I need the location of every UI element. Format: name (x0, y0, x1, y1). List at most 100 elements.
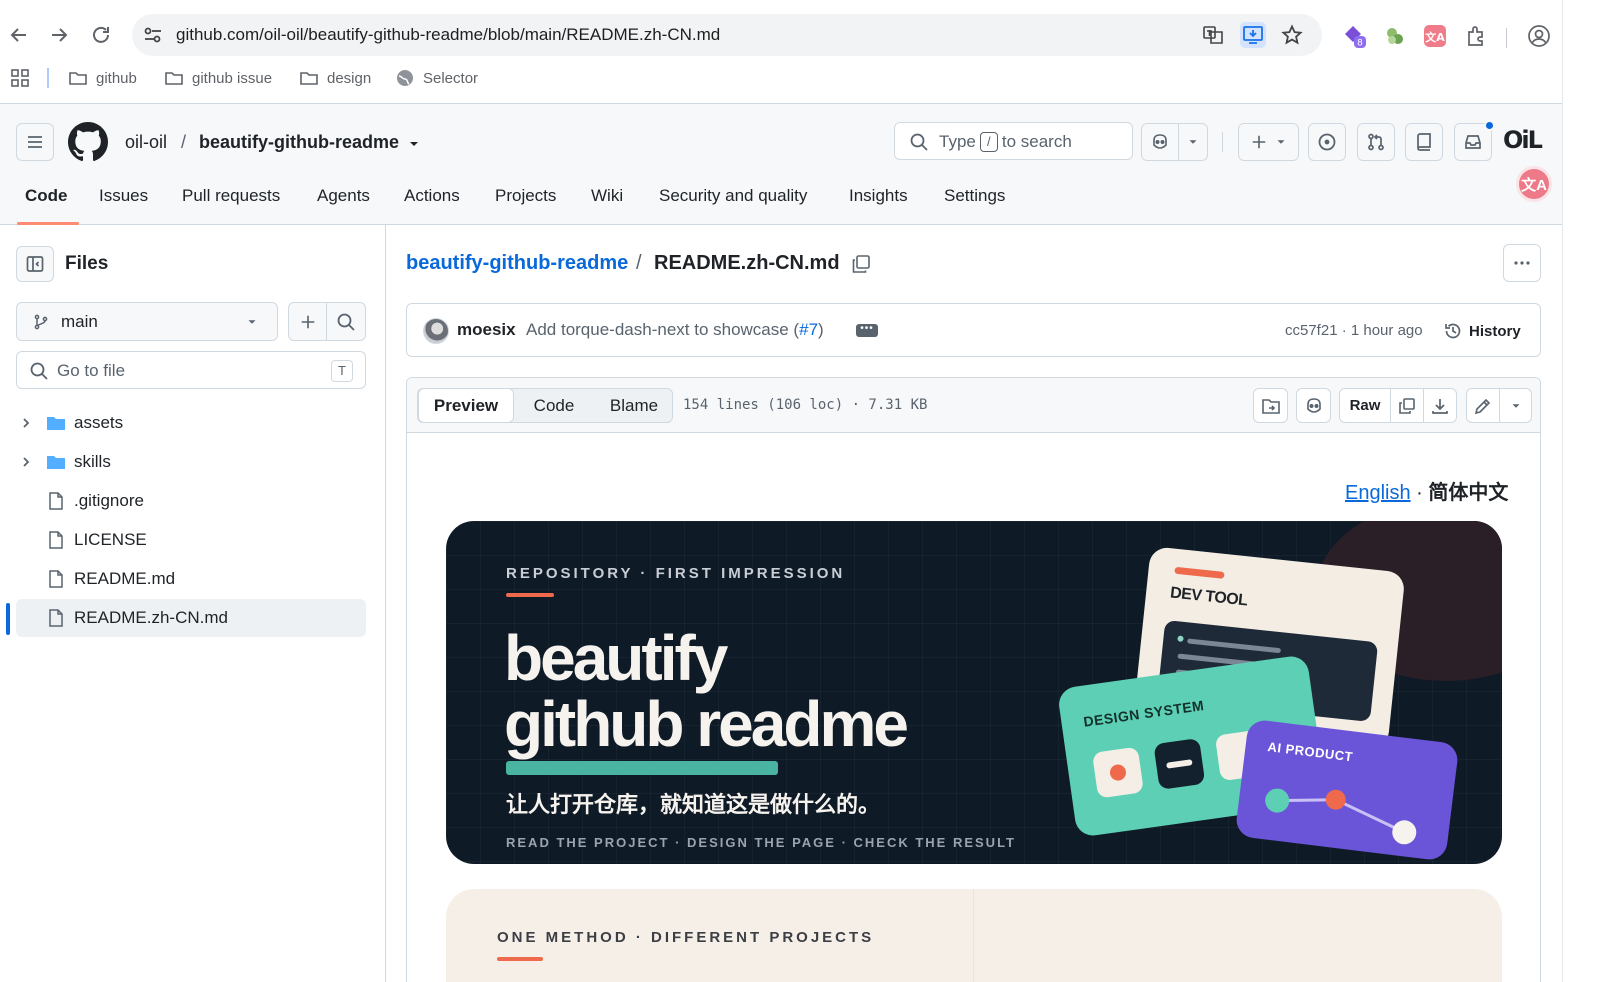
bookmark-selector[interactable]: Selector (395, 66, 478, 90)
issues-button[interactable] (1308, 123, 1346, 161)
translate-page-icon[interactable] (1202, 24, 1224, 46)
branch-selector-button[interactable]: main (16, 302, 278, 341)
copilot-menu-button[interactable] (1178, 123, 1208, 161)
banner-kicker-accent (506, 593, 554, 597)
breadcrumb-repo-link[interactable]: beautify-github-readme (406, 252, 628, 275)
blame-tab[interactable]: Blame (594, 389, 674, 422)
tab-agents[interactable]: Agents (317, 186, 370, 206)
global-search-input[interactable]: Type / to search (894, 122, 1133, 160)
search-icon (909, 132, 929, 152)
search-icon (29, 361, 49, 381)
address-bar[interactable]: github.com/oil-oil/beautify-github-readm… (132, 14, 1322, 56)
bookmark-label: github (96, 69, 137, 87)
folder-icon (69, 72, 87, 85)
raw-button[interactable]: Raw (1339, 388, 1391, 423)
copilot-icon (1306, 397, 1321, 413)
tab-insights[interactable]: Insights (849, 186, 908, 206)
forward-icon[interactable] (47, 23, 71, 47)
bookmark-star-icon[interactable] (1281, 24, 1303, 46)
install-app-icon[interactable] (1240, 22, 1266, 48)
code-tab[interactable]: Code (514, 389, 594, 422)
back-icon[interactable] (7, 23, 31, 47)
bookmark-github[interactable]: github (68, 66, 137, 90)
tree-item-assets[interactable]: assets (16, 404, 366, 442)
site-info-icon[interactable] (142, 24, 164, 46)
tab-wiki[interactable]: Wiki (591, 186, 623, 206)
repo-name-link[interactable]: beautify-github-readme (199, 132, 399, 153)
download-raw-button[interactable] (1423, 388, 1457, 423)
copilot-file-button[interactable] (1296, 388, 1331, 423)
repositories-button[interactable] (1405, 123, 1443, 161)
tree-item-license[interactable]: LICENSE (16, 521, 366, 559)
user-avatar[interactable]: OiL (1503, 126, 1543, 154)
edit-options-button[interactable] (1499, 388, 1532, 423)
active-file-indicator (6, 603, 10, 635)
repo-owner-link[interactable]: oil-oil (125, 132, 167, 153)
tab-settings[interactable]: Settings (944, 186, 1005, 206)
go-to-file-placeholder: Go to file (57, 361, 126, 380)
banner-footer: READ THE PROJECT · DESIGN THE PAGE · CHE… (506, 835, 1016, 850)
hamburger-icon (28, 136, 42, 148)
bookmark-github-issue[interactable]: github issue (164, 66, 272, 90)
reload-icon[interactable] (89, 23, 113, 47)
history-icon (1445, 323, 1461, 339)
tree-item-gitignore[interactable]: .gitignore (16, 482, 366, 520)
history-button[interactable]: History (1443, 318, 1521, 344)
tab-issues[interactable]: Issues (99, 186, 148, 206)
branch-name: main (61, 312, 98, 331)
preview-tab[interactable]: Preview (418, 388, 514, 423)
tab-actions[interactable]: Actions (404, 186, 460, 206)
tree-item-skills[interactable]: skills (16, 443, 366, 481)
copy-raw-button[interactable] (1390, 388, 1424, 423)
commit-expand-button[interactable]: ••• (856, 324, 878, 337)
translate-fab-button[interactable]: 文A (1516, 166, 1552, 202)
node-graph-illustration (1265, 788, 1417, 845)
lang-chinese-label: 简体中文 (1428, 482, 1509, 504)
file-icon (46, 569, 66, 589)
search-placeholder: Type / to search (939, 132, 1072, 152)
code-line (1187, 638, 1282, 654)
copilot-button[interactable] (1141, 123, 1179, 161)
tab-security-and-quality[interactable]: Security and quality (659, 186, 807, 206)
commit-message[interactable]: Add torque-dash-next to showcase (#7) (526, 320, 824, 340)
latest-commit-box: moesix Add torque-dash-next to showcase … (406, 303, 1541, 357)
tab-code[interactable]: Code (25, 186, 68, 206)
bookmark-design[interactable]: design (299, 66, 371, 90)
github-logo-icon[interactable] (68, 122, 108, 162)
url-text[interactable]: github.com/oil-oil/beautify-github-readm… (176, 25, 720, 45)
commit-meta[interactable]: cc57f21 · 1 hour ago (1285, 322, 1423, 339)
edit-file-button[interactable] (1466, 388, 1500, 423)
go-to-file-input[interactable]: Go to file T (16, 351, 366, 389)
tree-item-readme[interactable]: README.md (16, 560, 366, 598)
svg-text:文A: 文A (1425, 30, 1445, 44)
create-new-button[interactable] (1238, 123, 1299, 161)
extension-clover-icon[interactable] (1383, 24, 1407, 48)
extension-diamond-icon[interactable]: 8 (1342, 24, 1366, 48)
lang-english-link[interactable]: English (1345, 482, 1411, 504)
chevron-right-icon[interactable] (18, 454, 34, 470)
bookmarks-divider (47, 68, 49, 88)
commit-author-avatar[interactable] (423, 318, 449, 344)
collapse-sidebar-button[interactable] (16, 246, 54, 282)
search-files-button[interactable] (326, 302, 366, 341)
more-options-button[interactable] (1503, 244, 1541, 282)
view-mode-segmented-control: Preview Code Blame (417, 388, 673, 423)
tree-item-readme-zh-cn[interactable]: README.zh-CN.md (16, 599, 366, 637)
add-file-button[interactable] (288, 302, 327, 341)
open-symbols-button[interactable] (1253, 388, 1288, 423)
tab-projects[interactable]: Projects (495, 186, 556, 206)
profile-icon[interactable] (1527, 24, 1551, 48)
extensions-puzzle-icon[interactable] (1465, 24, 1489, 48)
repo-switcher-caret-icon[interactable] (406, 136, 422, 152)
menu-button[interactable] (16, 123, 54, 161)
commit-author[interactable]: moesix (457, 320, 516, 340)
tab-pull-requests[interactable]: Pull requests (182, 186, 280, 206)
copy-path-icon[interactable] (850, 253, 872, 275)
notification-dot (1484, 120, 1495, 131)
pull-requests-button[interactable] (1357, 123, 1395, 161)
chevron-right-icon[interactable] (18, 415, 34, 431)
extension-translate-icon[interactable]: 文A (1423, 24, 1447, 48)
commit-pr-link[interactable]: #7 (799, 320, 818, 339)
apps-grid-icon[interactable] (10, 68, 30, 88)
toolbar-divider (1506, 28, 1507, 48)
